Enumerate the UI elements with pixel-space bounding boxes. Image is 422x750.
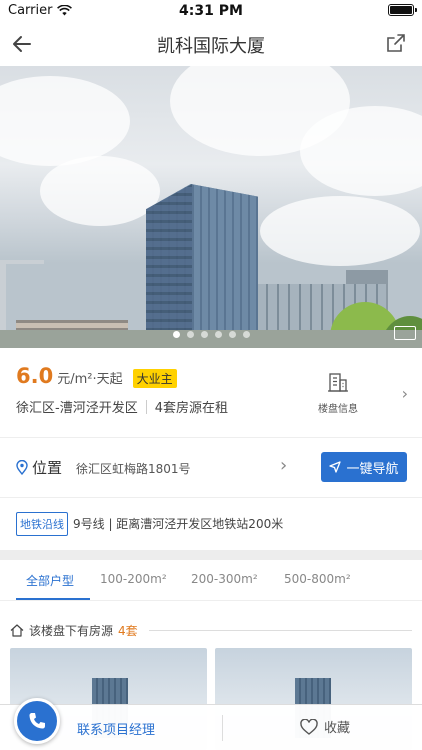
address-text[interactable]: 徐汇区虹梅路1801号	[76, 460, 191, 477]
navigation-bar: 凯科国际大厦	[0, 22, 422, 66]
tab-200-300[interactable]: 200-300m²	[191, 572, 258, 586]
status-bar: Carrier 4:31 PM	[0, 0, 422, 22]
tab-500-800[interactable]: 500-800m²	[284, 572, 351, 586]
building-info-button[interactable]: 楼盘信息	[316, 372, 360, 415]
carousel-dot[interactable]	[200, 331, 208, 338]
metro-badge: 地铁沿线	[16, 512, 68, 536]
navigate-button[interactable]: 一键导航	[321, 452, 407, 482]
price-section: 6.0 元/m²·天起 大业主 徐汇区-漕河泾开发区 4套房源在租 楼盘信息 ›	[0, 348, 422, 438]
divider	[145, 399, 147, 414]
owner-badge: 大业主	[132, 369, 177, 388]
chevron-right-icon[interactable]: ›	[402, 384, 408, 403]
share-icon[interactable]	[384, 31, 408, 55]
position-title: 位置	[32, 459, 63, 477]
price-value: 6.0	[16, 364, 54, 388]
price-row: 6.0 元/m²·天起 大业主	[16, 364, 177, 388]
listings-count-label: 4套房源在租	[154, 401, 228, 416]
floor-plan-tabs: 全部户型 100-200m² 200-300m² 500-800m²	[0, 560, 422, 600]
call-button[interactable]	[14, 698, 60, 744]
battery-icon	[388, 4, 417, 16]
building-info-label: 楼盘信息	[318, 404, 358, 415]
position-section: 位置 徐汇区虹梅路1801号 › 一键导航	[0, 438, 422, 498]
section-divider	[0, 550, 422, 560]
listing-header: 该楼盘下有房源 4套	[10, 620, 412, 640]
listing-count: 4套	[118, 623, 138, 638]
favorite-label: 收藏	[324, 721, 351, 736]
home-icon	[10, 623, 24, 637]
favorite-button[interactable]: 收藏	[300, 717, 350, 736]
map-pin-icon	[16, 460, 28, 475]
carousel-dot[interactable]	[186, 331, 194, 338]
carousel-dot[interactable]	[242, 331, 250, 338]
navigate-label: 一键导航	[346, 461, 399, 477]
carousel-dot[interactable]	[228, 331, 236, 338]
photo-count-badge	[394, 326, 416, 340]
tab-all-units[interactable]: 全部户型	[26, 572, 74, 589]
position-label: 位置	[16, 457, 62, 478]
chevron-right-icon[interactable]: ›	[280, 455, 287, 476]
metro-info: 9号线 | 距离漕河泾开发区地铁站200米	[73, 517, 284, 531]
clock: 4:31 PM	[179, 3, 243, 19]
tab-100-200[interactable]: 100-200m²	[100, 572, 167, 586]
carousel-dot[interactable]	[172, 331, 180, 338]
contact-manager-button[interactable]: 联系项目经理	[77, 719, 155, 738]
carousel-indicator[interactable]	[0, 331, 422, 338]
navigation-arrow-icon	[329, 461, 342, 473]
battery-indicator	[388, 4, 417, 16]
location-row: 徐汇区-漕河泾开发区 4套房源在租	[16, 397, 228, 416]
district-label: 徐汇区-漕河泾开发区	[16, 401, 138, 416]
building-photo-carousel[interactable]	[0, 66, 422, 348]
phone-icon	[29, 713, 45, 729]
price-unit: 元/m²·天起	[57, 372, 123, 387]
page-title: 凯科国际大厦	[157, 36, 265, 57]
building-icon	[328, 373, 348, 392]
heart-icon	[300, 718, 318, 735]
listing-title: 该楼盘下有房源	[29, 623, 114, 638]
bottom-action-bar: 联系项目经理 收藏	[0, 704, 422, 750]
carousel-dot[interactable]	[214, 331, 222, 338]
metro-section: 地铁沿线 9号线 | 距离漕河泾开发区地铁站200米	[0, 498, 422, 550]
